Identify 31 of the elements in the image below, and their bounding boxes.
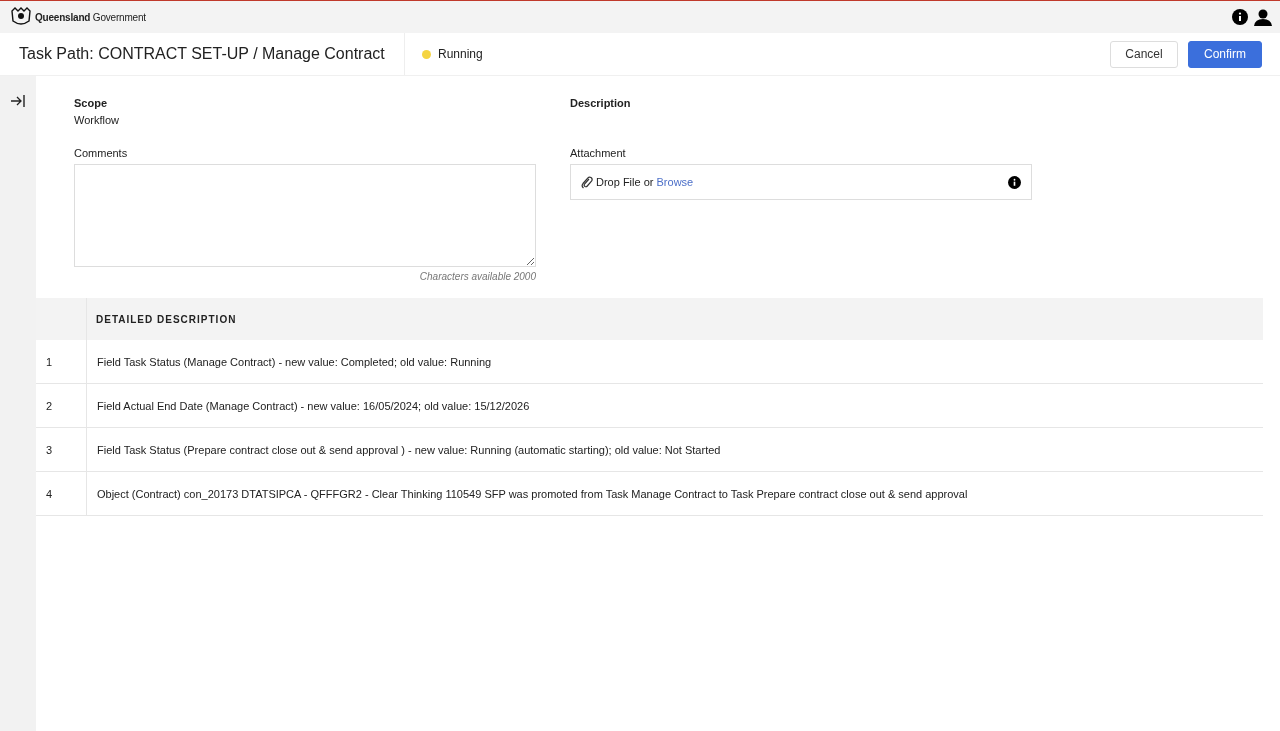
comments-label: Comments [74,147,129,159]
column-header: DETAILED DESCRIPTION [95,313,237,325]
user-icon[interactable] [1254,8,1272,26]
table-cell-text: Field Actual End Date (Manage Contract) - new value: 16/05/2024; old value: 15/12/2026 [96,398,530,414]
action-button[interactable]: Cancel [1110,40,1178,68]
file-drop-zone[interactable]: Drop File or Browse [570,164,1032,200]
status-text: Running [438,47,483,61]
status-dot [422,49,431,59]
info-icon[interactable] [1008,175,1021,189]
scope-label: Scope [74,97,108,111]
description-label: Description [570,97,632,111]
page-title: Task Path: CONTRACT SET-UP / Manage Contract [0,33,405,75]
info-icon[interactable] [1232,9,1248,25]
crest-icon [10,7,32,27]
row-number: 4 [36,472,87,515]
comments-field[interactable] [74,164,536,267]
table-cell-text: Object (Contract) con_20173 DTATSIPCA - QFFFGR2 - Clear Thinking 110549 SFP was promoted from Task Manage Contract to Task Prepare contract close out & send approval [96,486,968,502]
row-number: 2 [36,384,87,427]
characters-available: Characters available 2000 [418,271,536,282]
row-number: 1 [36,340,87,383]
drop-file-text: Drop File or Browse [596,176,695,188]
table-cell-text: Field Task Status (Prepare contract close out & send approval ) - new value: Running (automatic starting); old value: Not Started [96,442,721,458]
logo-text: Queensland Government [35,11,146,23]
browse-link[interactable]: Browse [656,176,694,188]
table-cell-text: Field Task Status (Manage Contract) - new value: Completed; old value: Running [96,354,492,370]
scope-value: Workflow [74,114,121,128]
action-button[interactable]: Confirm [1188,40,1262,68]
attachment-label: Attachment [570,147,627,159]
row-number: 3 [36,428,87,471]
expand-panel-icon[interactable] [10,94,26,108]
paperclip-icon [581,175,593,189]
